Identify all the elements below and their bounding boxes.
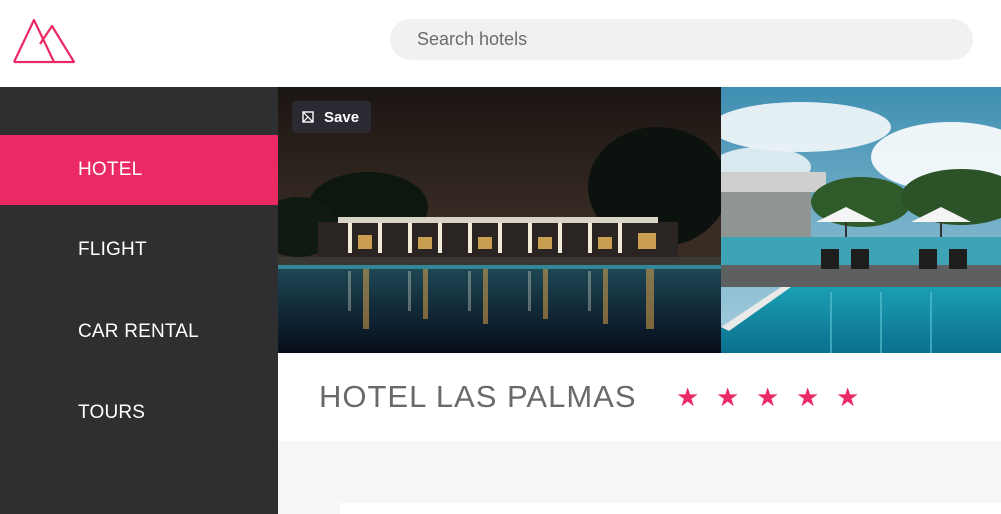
sidebar-item-label: FLIGHT: [78, 239, 147, 260]
sidebar: HOTEL FLIGHT CAR RENTAL TOURS: [0, 87, 278, 514]
bookmark-icon: [302, 111, 314, 123]
mountains-logo-icon[interactable]: [12, 16, 78, 64]
hotel-title-bar: HOTEL LAS PALMAS ★ ★ ★ ★ ★: [278, 353, 1001, 441]
hotel-photo-day-pool[interactable]: [721, 87, 1001, 353]
content-card: [340, 503, 1001, 514]
sidebar-item-label: TOURS: [78, 402, 146, 423]
sidebar-item-car-rental[interactable]: CAR RENTAL: [0, 297, 278, 367]
star-icon: ★: [676, 383, 700, 413]
sidebar-item-hotel[interactable]: HOTEL: [0, 135, 278, 205]
sidebar-item-tours[interactable]: TOURS: [0, 378, 278, 448]
save-button[interactable]: Save: [292, 101, 371, 133]
save-button-label: Save: [324, 108, 360, 126]
sidebar-item-label: HOTEL: [78, 159, 143, 180]
star-icon: ★: [716, 383, 740, 413]
header: [0, 0, 1001, 87]
hotel-gallery: Save: [278, 87, 1001, 353]
hotel-name: HOTEL LAS PALMAS: [319, 379, 637, 414]
star-icon: ★: [836, 383, 860, 413]
star-icon: ★: [796, 383, 820, 413]
search-input[interactable]: [390, 19, 973, 60]
content-area: [278, 441, 1001, 514]
star-icon: ★: [756, 383, 780, 413]
sidebar-item-flight[interactable]: FLIGHT: [0, 215, 278, 285]
star-rating: ★ ★ ★ ★ ★: [676, 383, 876, 413]
sidebar-item-label: CAR RENTAL: [78, 321, 199, 342]
